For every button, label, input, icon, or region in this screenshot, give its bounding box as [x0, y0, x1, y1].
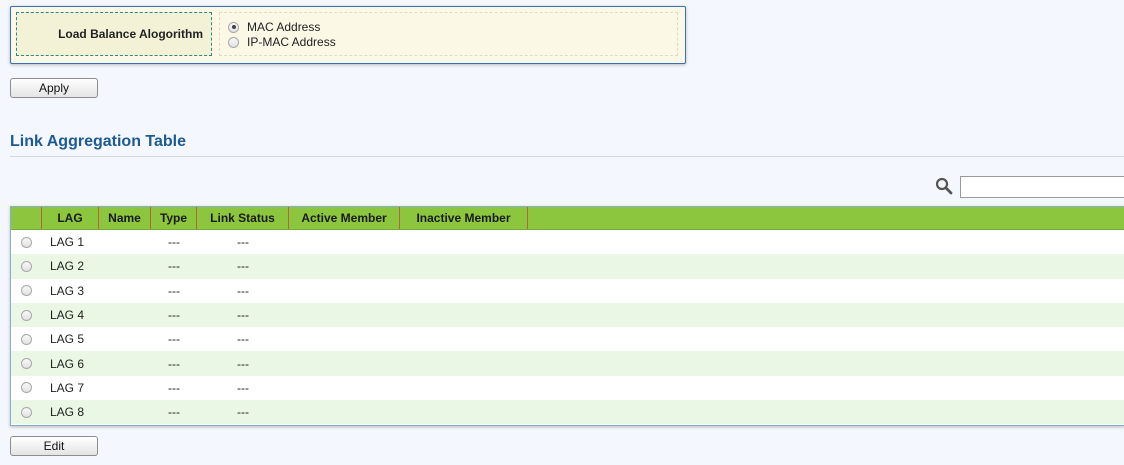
link-status-cell: ---	[237, 405, 249, 420]
lag-cell: LAG 8	[50, 405, 85, 420]
table-row[interactable]: LAG 5 --- ---	[11, 327, 1124, 351]
column-header-lag[interactable]: LAG	[42, 207, 99, 229]
row-select-radio[interactable]	[21, 333, 32, 345]
table-row[interactable]: LAG 1 --- ---	[11, 230, 1124, 254]
ip-mac-address-radio[interactable]	[228, 36, 239, 48]
type-cell: ---	[168, 235, 180, 250]
lag-cell: LAG 1	[50, 235, 85, 250]
row-select-radio[interactable]	[21, 358, 32, 370]
link-status-cell: ---	[237, 235, 249, 250]
row-select-radio[interactable]	[21, 236, 32, 248]
search-input[interactable]	[960, 176, 1124, 198]
lag-cell: LAG 3	[50, 283, 85, 298]
lag-cell: LAG 2	[50, 259, 85, 274]
type-cell: ---	[168, 405, 180, 420]
mac-address-label: MAC Address	[247, 20, 321, 34]
table-row[interactable]: LAG 4 --- ---	[11, 302, 1124, 328]
column-header-link-status[interactable]: Link Status	[197, 207, 289, 229]
mac-address-radio[interactable]	[228, 21, 239, 33]
link-status-cell: ---	[237, 259, 249, 274]
link-status-cell: ---	[237, 283, 249, 298]
link-status-cell: ---	[237, 332, 249, 347]
table-row[interactable]: LAG 7 --- ---	[11, 376, 1124, 400]
column-header-active-member[interactable]: Active Member	[289, 207, 400, 229]
row-select-radio[interactable]	[21, 406, 32, 418]
option-ip-mac-address[interactable]: IP-MAC Address	[228, 35, 336, 49]
type-cell: ---	[168, 259, 180, 274]
select-column-header	[11, 207, 42, 229]
option-mac-address[interactable]: MAC Address	[228, 20, 320, 34]
link-status-cell: ---	[237, 356, 249, 371]
load-balance-options: MAC Address IP-MAC Address	[219, 12, 678, 56]
column-header-type[interactable]: Type	[151, 207, 197, 229]
link-status-cell: ---	[237, 380, 249, 395]
table-row[interactable]: LAG 8 --- ---	[11, 400, 1124, 425]
edit-button[interactable]: Edit	[10, 436, 98, 456]
lag-cell: LAG 4	[50, 308, 85, 323]
apply-button[interactable]: Apply	[10, 78, 98, 98]
row-select-radio[interactable]	[21, 309, 32, 321]
link-aggregation-table: LAG Name Type Link Status Active Member …	[10, 206, 1124, 426]
table-row[interactable]: LAG 2 --- ---	[11, 254, 1124, 279]
type-cell: ---	[168, 308, 180, 323]
type-cell: ---	[168, 356, 180, 371]
search-icon[interactable]	[935, 177, 953, 195]
table-row[interactable]: LAG 6 --- ---	[11, 351, 1124, 376]
link-status-cell: ---	[237, 308, 249, 323]
table-row[interactable]: LAG 3 --- ---	[11, 279, 1124, 303]
divider	[10, 156, 1124, 157]
load-balance-panel: Load Balance Alogorithm MAC Address IP-M…	[10, 6, 686, 64]
lag-cell: LAG 5	[50, 332, 85, 347]
row-select-radio[interactable]	[21, 285, 32, 297]
lag-cell: LAG 7	[50, 380, 85, 395]
row-select-radio[interactable]	[21, 382, 32, 394]
column-header-name[interactable]: Name	[99, 207, 151, 229]
load-balance-label: Load Balance Alogorithm	[16, 12, 212, 56]
table-header: LAG Name Type Link Status Active Member …	[11, 207, 1124, 230]
ip-mac-address-label: IP-MAC Address	[247, 35, 336, 49]
type-cell: ---	[168, 283, 180, 298]
type-cell: ---	[168, 380, 180, 395]
type-cell: ---	[168, 332, 180, 347]
lag-cell: LAG 6	[50, 356, 85, 371]
section-title: Link Aggregation Table	[10, 133, 187, 150]
column-header-inactive-member[interactable]: Inactive Member	[400, 207, 528, 229]
row-select-radio[interactable]	[21, 260, 32, 272]
